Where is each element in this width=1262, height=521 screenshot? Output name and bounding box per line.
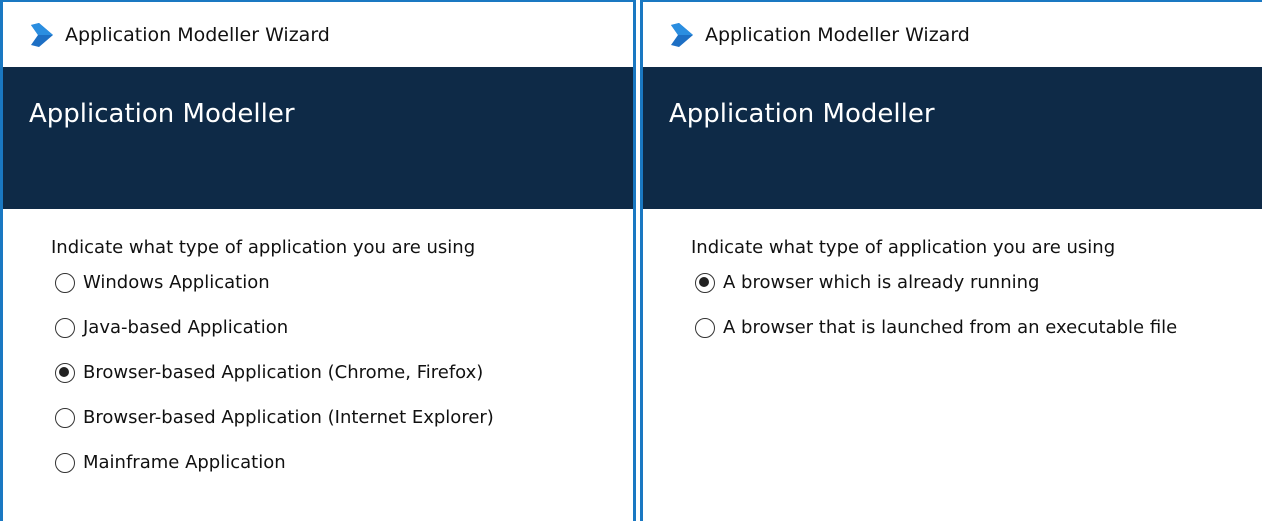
header-title: Application Modeller [669,99,935,129]
window-title: Application Modeller Wizard [705,23,970,46]
radio-label: Browser-based Application (Internet Expl… [83,407,494,428]
wizard-window-right: Application Modeller Wizard Application … [640,0,1262,521]
radio-label: Java-based Application [83,317,289,338]
radio-label: A browser which is already running [723,272,1040,293]
radio-button[interactable] [55,317,75,338]
prompt-label: Indicate what type of application you ar… [691,237,1116,258]
radio-option-browser-launched-from-executable[interactable]: A browser that is launched from an execu… [691,316,1262,339]
radio-button[interactable] [55,452,75,473]
title-bar[interactable]: Application Modeller Wizard [643,2,1262,67]
app-logo-icon [671,22,693,47]
wizard-header: Application Modeller [3,67,633,209]
wizard-window-left: Application Modeller Wizard Application … [0,0,636,521]
radio-option-browser-already-running[interactable]: A browser which is already running [691,271,1262,294]
prompt-label: Indicate what type of application you ar… [51,237,476,258]
radio-option-java-application[interactable]: Java-based Application [51,316,633,339]
radio-label: Browser-based Application (Chrome, Firef… [83,362,484,383]
radio-button-selected[interactable] [695,272,715,293]
radio-button[interactable] [55,407,75,428]
app-logo-icon [31,22,53,47]
radio-option-mainframe-application[interactable]: Mainframe Application [51,451,633,474]
radio-label: A browser that is launched from an execu… [723,317,1178,338]
radio-option-browser-chrome-firefox[interactable]: Browser-based Application (Chrome, Firef… [51,361,633,384]
wizard-content: Indicate what type of application you ar… [3,209,633,474]
radio-button-selected[interactable] [55,362,75,383]
radio-option-windows-application[interactable]: Windows Application [51,271,633,294]
radio-label: Windows Application [83,272,270,293]
radio-button[interactable] [695,317,715,338]
radio-label: Mainframe Application [83,452,286,473]
radio-option-browser-internet-explorer[interactable]: Browser-based Application (Internet Expl… [51,406,633,429]
header-title: Application Modeller [29,99,295,129]
radio-button[interactable] [55,272,75,293]
wizard-content: Indicate what type of application you ar… [643,209,1262,339]
wizard-header: Application Modeller [643,67,1262,209]
window-title: Application Modeller Wizard [65,23,330,46]
title-bar[interactable]: Application Modeller Wizard [3,2,633,67]
